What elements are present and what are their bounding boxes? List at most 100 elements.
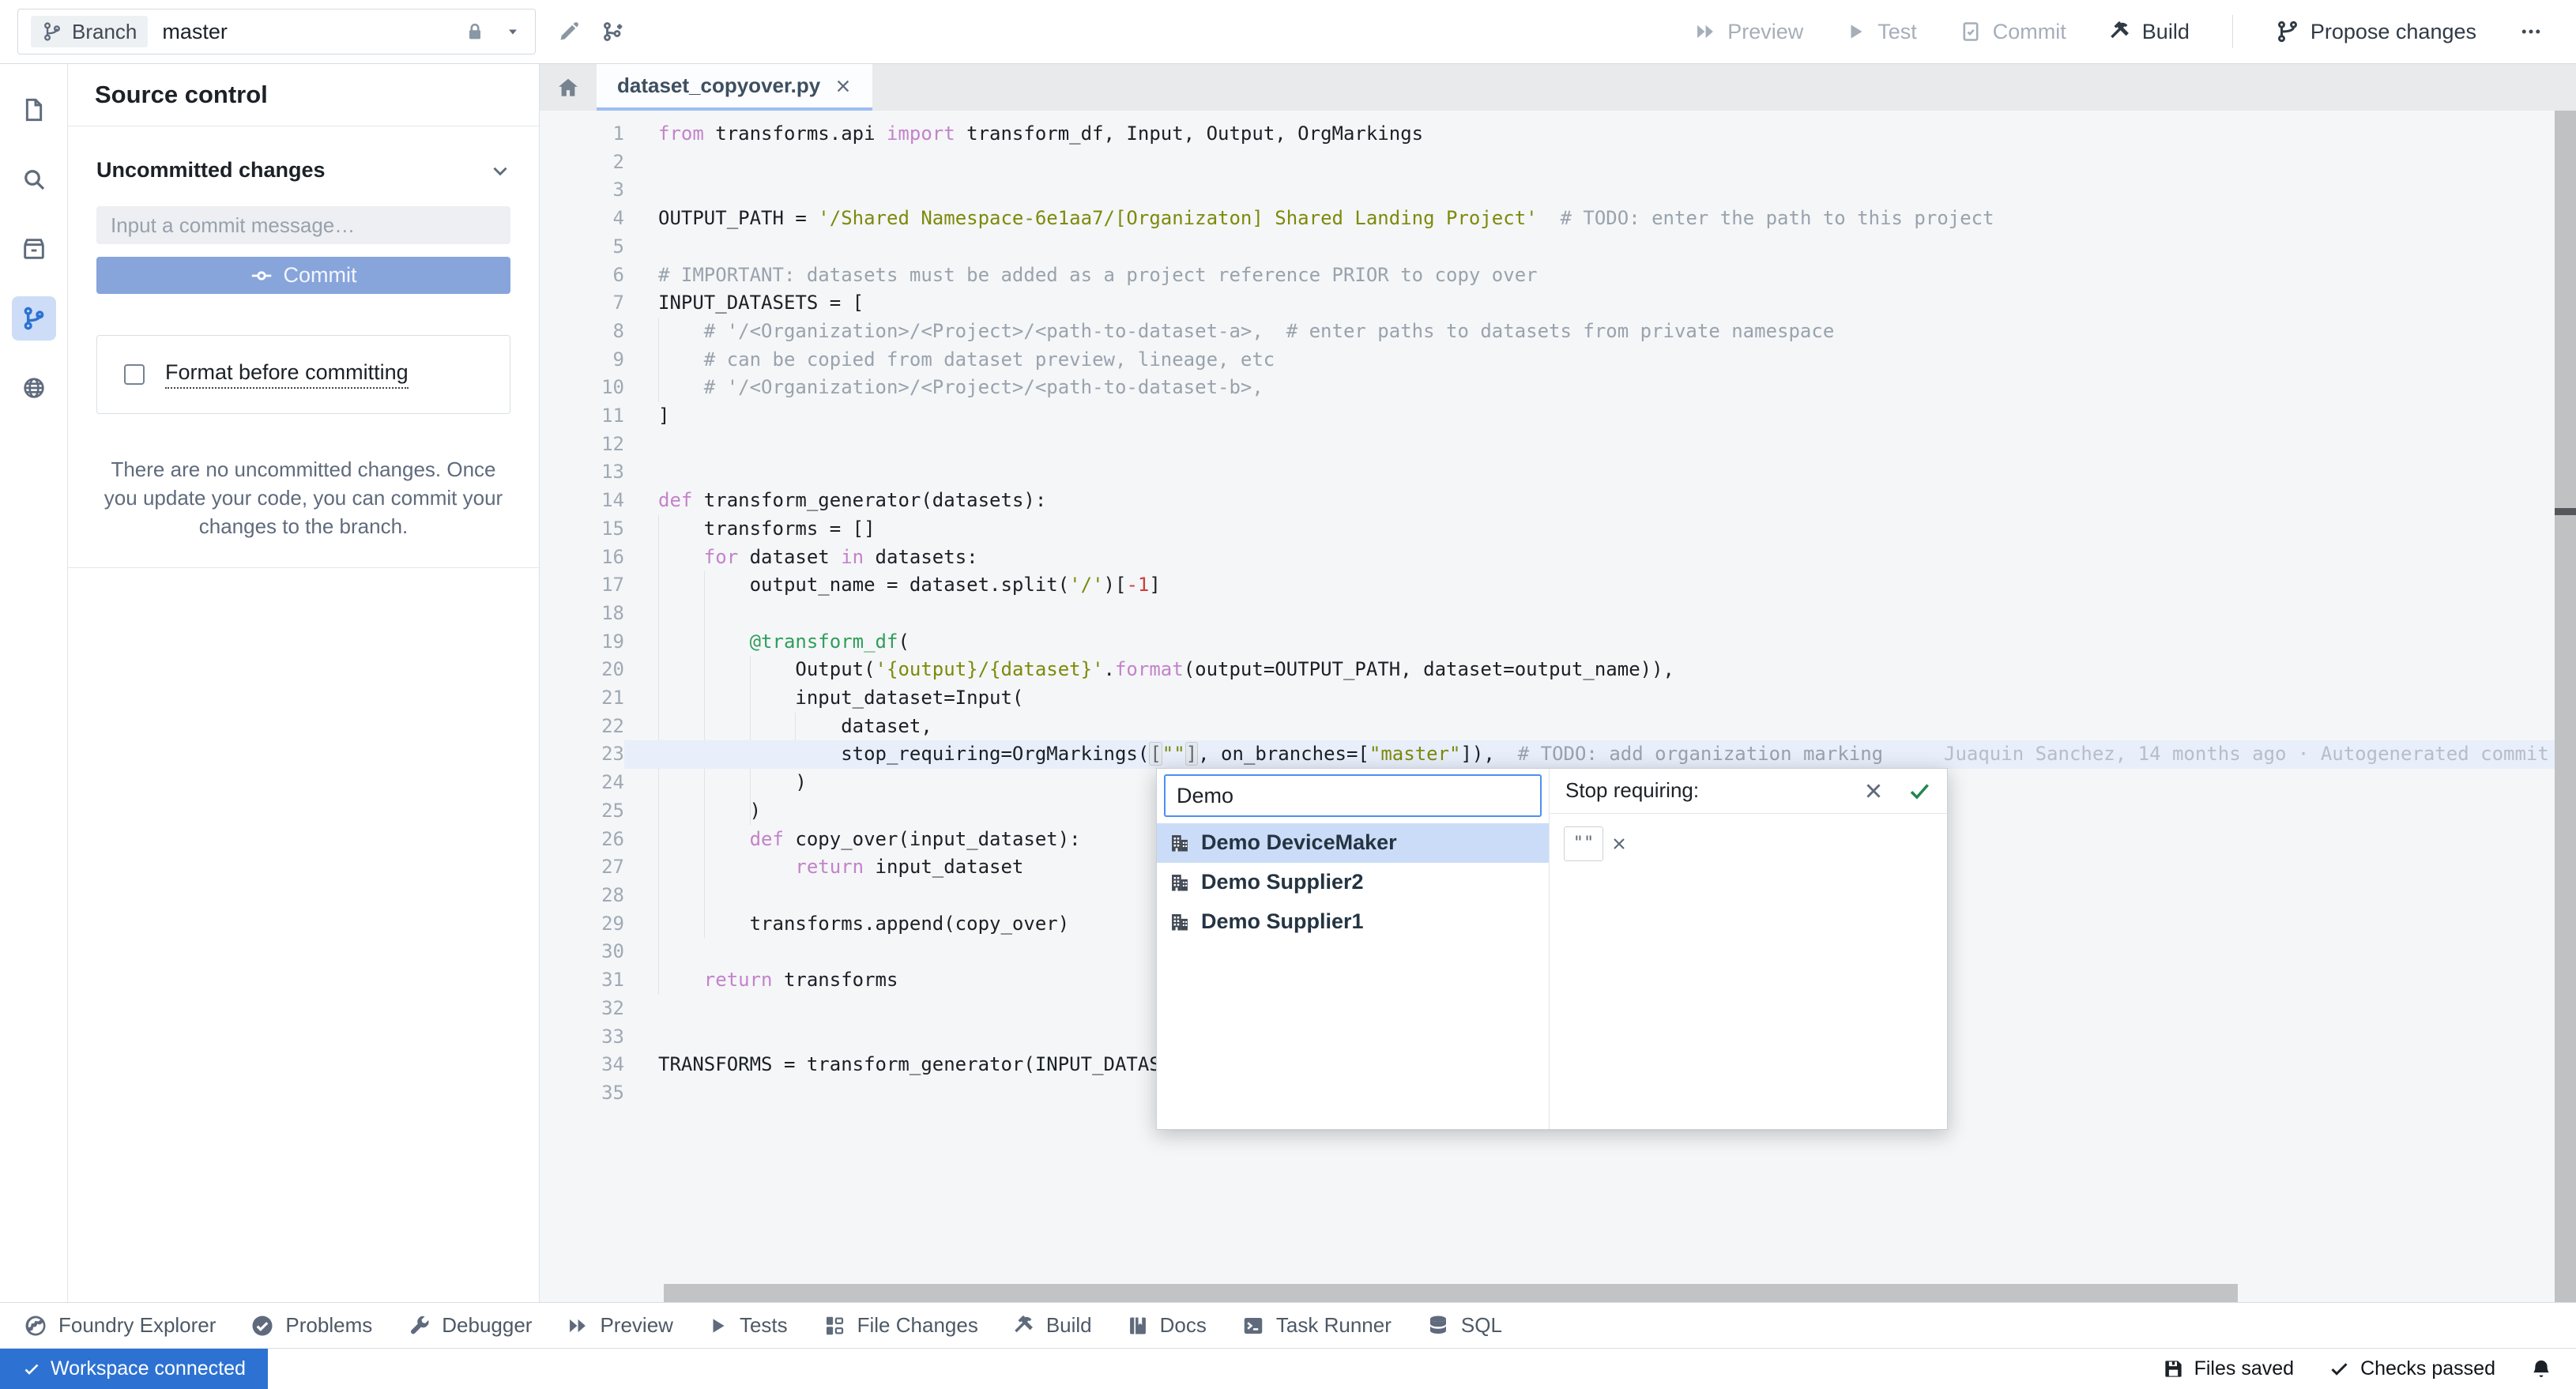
markings-search-input[interactable] — [1164, 774, 1542, 817]
branch-selector[interactable]: Branch master — [17, 9, 536, 55]
line-content: OUTPUT_PATH = '/Shared Namespace-6e1aa7/… — [624, 205, 2576, 233]
code-area[interactable]: 1from transforms.api import transform_df… — [540, 111, 2576, 1302]
panel-preview[interactable]: Preview — [567, 1313, 672, 1338]
panel-problems[interactable]: Problems — [250, 1313, 372, 1338]
line-number: 13 — [540, 458, 624, 487]
uncommitted-changes-section-header[interactable]: Uncommitted changes — [96, 158, 510, 183]
more-options-button[interactable] — [2519, 20, 2543, 43]
rail-item-web[interactable] — [12, 366, 56, 410]
caret-down-icon[interactable] — [503, 22, 522, 41]
organization-building-icon — [1169, 871, 1191, 894]
code-line-10[interactable]: 10 # '/<Organization>/<Project>/<path-to… — [540, 374, 2576, 402]
panel-build[interactable]: Build — [1013, 1313, 1092, 1338]
code-line-3[interactable]: 3 — [540, 176, 2576, 205]
tab-dataset-copyover[interactable]: dataset_copyover.py — [597, 64, 872, 111]
marking-option-2[interactable]: Demo Supplier2 — [1157, 863, 1549, 902]
format-checkbox-label[interactable]: Format before committing — [165, 360, 409, 389]
test-button[interactable]: Test — [1846, 20, 1917, 44]
code-line-18[interactable]: 18 — [540, 600, 2576, 628]
line-content — [624, 149, 2576, 177]
panel-docs[interactable]: Docs — [1127, 1313, 1207, 1338]
code-line-1[interactable]: 1from transforms.api import transform_df… — [540, 120, 2576, 149]
line-number: 14 — [540, 487, 624, 515]
code-line-13[interactable]: 13 — [540, 458, 2576, 487]
marking-option-label: Demo DeviceMaker — [1201, 829, 1397, 857]
propose-changes-button[interactable]: Propose changes — [2276, 20, 2476, 44]
code-line-12[interactable]: 12 — [540, 431, 2576, 459]
code-line-22[interactable]: 22 dataset, — [540, 713, 2576, 741]
package-box-icon — [21, 236, 47, 262]
chevron-down-icon — [490, 160, 510, 181]
line-content: Output('{output}/{dataset}'.format(outpu… — [624, 656, 2576, 684]
rail-item-files[interactable] — [12, 88, 56, 132]
code-line-2[interactable]: 2 — [540, 149, 2576, 177]
horizontal-scrollbar-thumb[interactable] — [664, 1284, 2238, 1302]
main-area: Source control Uncommitted changes Input… — [0, 64, 2576, 1302]
cancel-icon[interactable] — [1863, 781, 1884, 801]
commit-icon — [250, 265, 273, 287]
files-saved-label: Files saved — [2194, 1357, 2294, 1380]
code-line-15[interactable]: 15 transforms = [] — [540, 515, 2576, 544]
marking-option-3[interactable]: Demo Supplier1 — [1157, 902, 1549, 942]
panel-task-runner[interactable]: Task Runner — [1241, 1313, 1392, 1338]
code-line-21[interactable]: 21 input_dataset=Input( — [540, 684, 2576, 713]
line-content: # '/<Organization>/<Project>/<path-to-da… — [624, 318, 2576, 346]
horizontal-scrollbar[interactable] — [540, 1284, 2555, 1302]
line-number: 32 — [540, 995, 624, 1023]
commit-message-input[interactable]: Input a commit message… — [96, 206, 510, 244]
code-line-7[interactable]: 7INPUT_DATASETS = [ — [540, 289, 2576, 318]
preview-button[interactable]: Preview — [1694, 20, 1803, 44]
confirm-check-icon[interactable] — [1908, 779, 1931, 803]
code-line-20[interactable]: 20 Output('{output}/{dataset}'.format(ou… — [540, 656, 2576, 684]
panel-sql[interactable]: SQL — [1426, 1313, 1502, 1338]
code-line-8[interactable]: 8 # '/<Organization>/<Project>/<path-to-… — [540, 318, 2576, 346]
branch-pill: Branch — [31, 16, 148, 47]
remove-chip-icon[interactable] — [1610, 834, 1629, 853]
home-tab-button[interactable] — [540, 64, 597, 111]
code-line-11[interactable]: 11] — [540, 402, 2576, 431]
code-line-23[interactable]: 23 stop_requiring=OrgMarkings([""], on_b… — [540, 740, 2576, 769]
line-content: ] — [624, 402, 2576, 431]
new-branch-button[interactable] — [591, 9, 635, 54]
code-line-14[interactable]: 14def transform_generator(datasets): — [540, 487, 2576, 515]
panel-divider — [68, 567, 539, 568]
hammer-icon — [1013, 1315, 1035, 1337]
build-button[interactable]: Build — [2109, 20, 2190, 44]
line-number: 20 — [540, 656, 624, 684]
code-line-5[interactable]: 5 — [540, 233, 2576, 262]
panel-tests[interactable]: Tests — [708, 1313, 788, 1338]
code-line-19[interactable]: 19 @transform_df( — [540, 628, 2576, 657]
panel-label: Task Runner — [1276, 1313, 1392, 1338]
files-saved-status[interactable]: Files saved — [2163, 1357, 2294, 1380]
line-number: 17 — [540, 571, 624, 600]
panel-title: Source control — [68, 64, 539, 126]
org-markings-popup: Demo DeviceMaker Demo Supplier2 Demo Sup… — [1156, 768, 1948, 1130]
checks-passed-status[interactable]: Checks passed — [2329, 1357, 2495, 1380]
organization-building-icon — [1169, 832, 1191, 854]
rail-item-packages[interactable] — [12, 227, 56, 271]
rail-item-search[interactable] — [12, 157, 56, 201]
line-number: 26 — [540, 826, 624, 854]
edit-readonly-toggle-button[interactable] — [547, 9, 591, 54]
format-checkbox[interactable] — [124, 364, 145, 385]
code-line-17[interactable]: 17 output_name = dataset.split('/')[-1] — [540, 571, 2576, 600]
panel-foundry-explorer[interactable]: Foundry Explorer — [24, 1313, 216, 1338]
rail-item-source-control[interactable] — [12, 296, 56, 341]
database-icon — [1426, 1314, 1450, 1338]
code-line-6[interactable]: 6# IMPORTANT: datasets must be added as … — [540, 262, 2576, 290]
code-line-9[interactable]: 9 # can be copied from dataset preview, … — [540, 346, 2576, 375]
workspace-connected-badge[interactable]: Workspace connected — [0, 1349, 268, 1389]
panel-file-changes[interactable]: File Changes — [823, 1313, 978, 1338]
marking-option-1[interactable]: Demo DeviceMaker — [1157, 823, 1549, 863]
commit-button-top[interactable]: Commit — [1960, 20, 2066, 44]
vertical-scrollbar[interactable] — [2555, 111, 2576, 1302]
topbar-actions: Preview Test Commit Build — [1694, 15, 2543, 48]
code-line-16[interactable]: 16 for dataset in datasets: — [540, 544, 2576, 572]
line-number: 22 — [540, 713, 624, 741]
panel-debugger[interactable]: Debugger — [407, 1313, 532, 1338]
tab-close-button[interactable] — [834, 77, 852, 95]
commit-button[interactable]: Commit — [96, 257, 510, 294]
line-number: 18 — [540, 600, 624, 628]
notifications-button[interactable] — [2530, 1358, 2552, 1380]
code-line-4[interactable]: 4OUTPUT_PATH = '/Shared Namespace-6e1aa7… — [540, 205, 2576, 233]
